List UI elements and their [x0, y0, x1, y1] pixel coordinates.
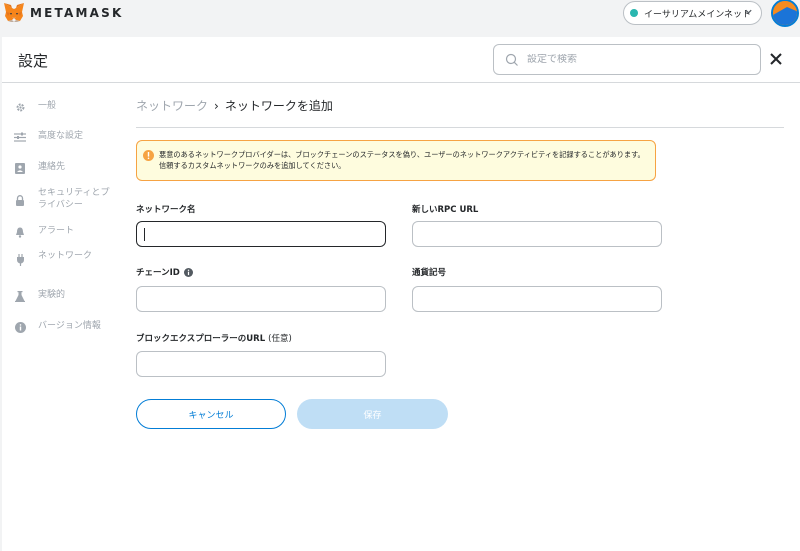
- plug-icon: [14, 254, 26, 266]
- network-label: イーサリアムメインネット: [644, 9, 752, 20]
- settings-search[interactable]: [493, 44, 761, 75]
- sidebar-item-label: 一般: [38, 101, 57, 111]
- sidebar-item-experimental[interactable]: 実験的: [14, 289, 114, 302]
- breadcrumb-parent-link[interactable]: ネットワーク: [136, 97, 208, 114]
- network-name-label: ネットワーク名: [136, 205, 196, 215]
- optional-tag: (任意): [268, 334, 292, 344]
- network-status-dot: [630, 9, 638, 17]
- warning-icon: [143, 150, 154, 161]
- close-icon: [770, 53, 782, 65]
- page-title: 設定: [18, 52, 49, 70]
- bell-icon: [14, 226, 26, 238]
- flask-icon: [14, 290, 26, 302]
- breadcrumb: ネットワーク › ネットワークを追加: [136, 97, 333, 114]
- close-button[interactable]: [768, 52, 784, 68]
- chain-id-label: チェーンID: [136, 266, 193, 278]
- currency-symbol-field[interactable]: [412, 286, 662, 312]
- info-icon[interactable]: [183, 267, 193, 277]
- account-avatar[interactable]: [771, 0, 799, 27]
- settings-panel: 設定 一般 高度な設定: [2, 37, 800, 551]
- network-name-input[interactable]: [137, 222, 385, 247]
- sidebar-item-label: ネットワーク: [38, 251, 93, 261]
- brand-wordmark: METAMASK: [30, 6, 124, 20]
- currency-symbol-input[interactable]: [413, 287, 661, 312]
- settings-header: 設定: [2, 37, 800, 83]
- search-icon: [505, 53, 518, 66]
- sliders-icon: [14, 131, 26, 143]
- sidebar-item-advanced[interactable]: 高度な設定: [14, 130, 114, 143]
- contact-book-icon: [14, 162, 26, 174]
- network-name-field[interactable]: [136, 221, 386, 247]
- warning-text: 悪意のあるネットワークプロバイダーは、ブロックチェーンのステータスを偽り、ユーザ…: [159, 150, 645, 170]
- chain-id-field[interactable]: [136, 286, 386, 312]
- rpc-url-input[interactable]: [413, 222, 661, 247]
- top-bar: METAMASK イーサリアムメインネット: [0, 0, 800, 27]
- sidebar-item-label: 高度な設定: [38, 131, 84, 141]
- explorer-url-field[interactable]: [136, 351, 386, 377]
- rpc-url-field[interactable]: [412, 221, 662, 247]
- warning-banner: 悪意のあるネットワークプロバイダーは、ブロックチェーンのステータスを偽り、ユーザ…: [136, 140, 656, 181]
- chain-id-input[interactable]: [137, 287, 385, 312]
- search-input[interactable]: [527, 54, 727, 65]
- chain-id-label-text: チェーンID: [136, 268, 180, 278]
- save-button[interactable]: 保存: [297, 399, 448, 429]
- breadcrumb-separator: ›: [214, 98, 219, 113]
- cancel-button[interactable]: キャンセル: [136, 399, 286, 429]
- gear-icon: [14, 101, 26, 113]
- sidebar-item-label: バージョン情報: [38, 321, 101, 331]
- rpc-url-label: 新しいRPC URL: [412, 205, 479, 215]
- text-caret: [144, 228, 145, 241]
- chevron-down-icon: [744, 7, 753, 19]
- sidebar-item-security[interactable]: セキュリティとプライバシー: [14, 187, 114, 211]
- metamask-fox-logo[interactable]: [3, 2, 25, 23]
- network-selector[interactable]: イーサリアムメインネット: [623, 1, 762, 25]
- sidebar-item-network[interactable]: ネットワーク: [14, 250, 114, 266]
- sidebar-item-alerts[interactable]: アラート: [14, 225, 114, 238]
- sidebar-item-label: セキュリティとプライバシー: [38, 188, 110, 210]
- sidebar-item-general[interactable]: 一般: [14, 100, 114, 113]
- sidebar-item-label: 連絡先: [38, 162, 66, 172]
- sidebar-item-contacts[interactable]: 連絡先: [14, 161, 114, 174]
- sidebar-item-about[interactable]: バージョン情報: [14, 320, 114, 333]
- sidebar-item-label: 実験的: [38, 290, 66, 300]
- explorer-url-label: ブロックエクスプローラーのURL (任意): [136, 332, 292, 344]
- explorer-url-label-text: ブロックエクスプローラーのURL: [136, 334, 266, 344]
- info-icon: [14, 321, 26, 333]
- breadcrumb-current: ネットワークを追加: [224, 99, 333, 113]
- lock-icon: [14, 194, 26, 206]
- currency-symbol-label: 通貨記号: [412, 268, 447, 278]
- explorer-url-input[interactable]: [137, 352, 385, 377]
- content-divider: [136, 127, 784, 128]
- sidebar-item-label: アラート: [38, 226, 75, 236]
